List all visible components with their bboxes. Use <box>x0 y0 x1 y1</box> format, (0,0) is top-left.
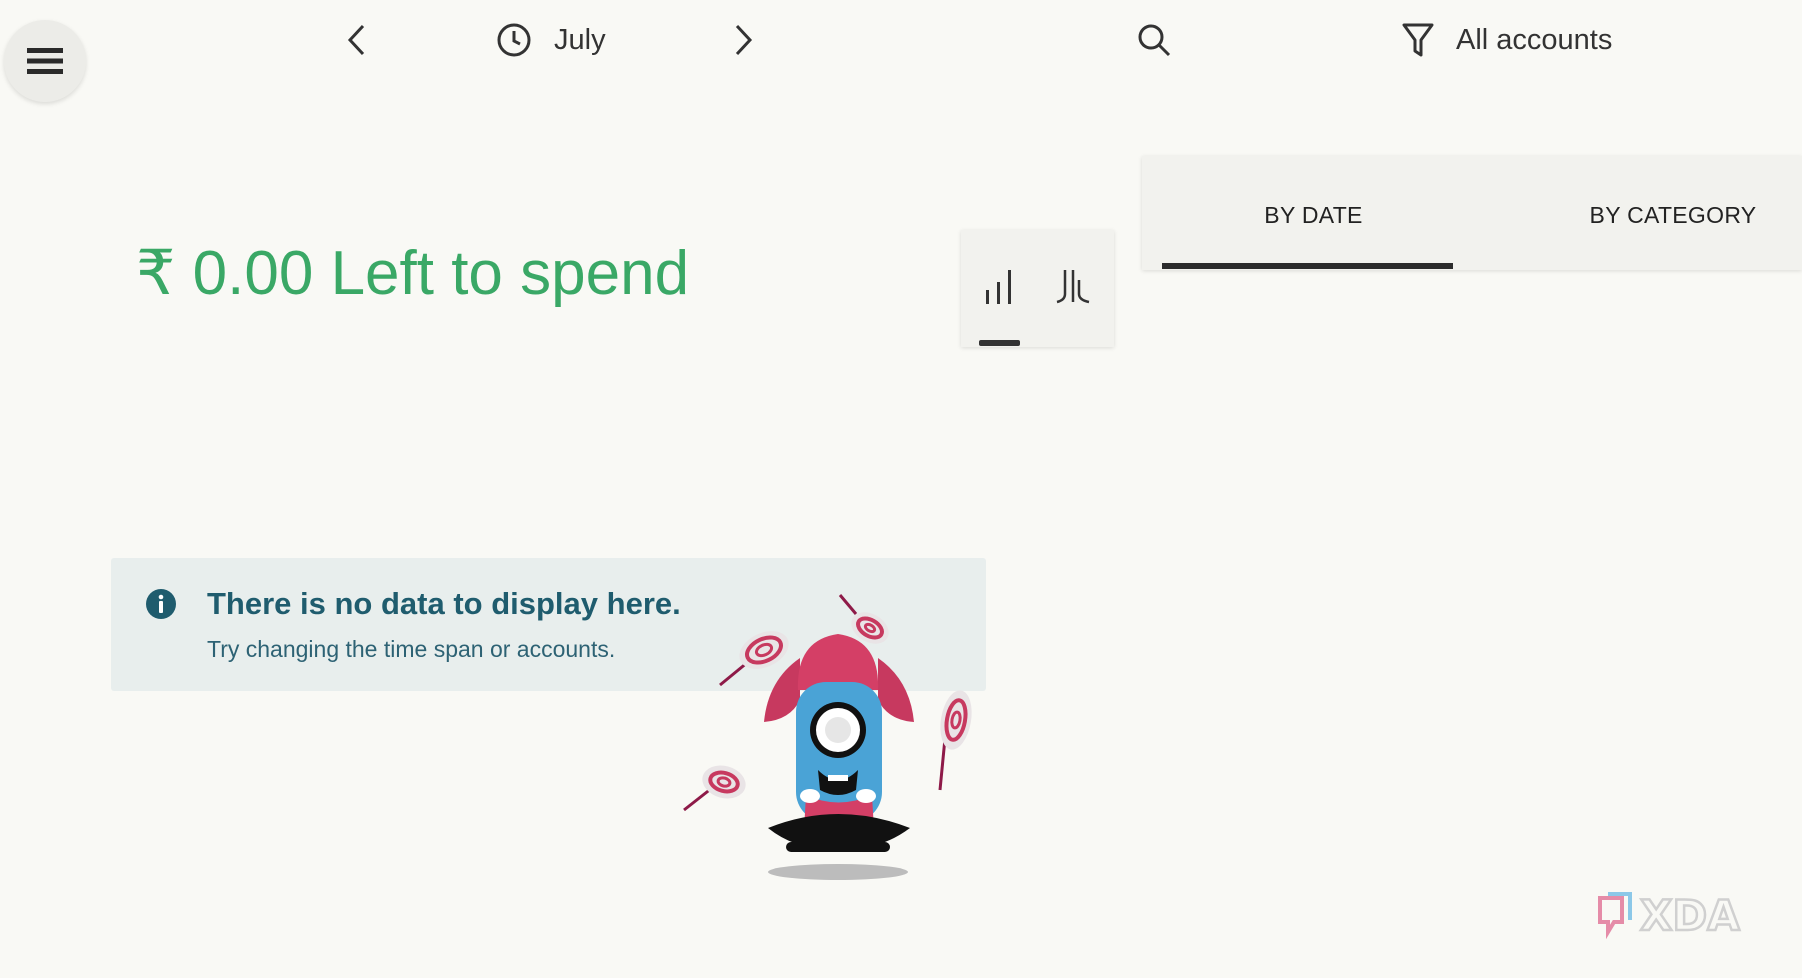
chevron-right-icon <box>735 24 753 56</box>
lollipop-4 <box>683 765 746 812</box>
next-month-button[interactable] <box>718 18 768 62</box>
clock-icon <box>497 23 531 57</box>
mascot-illustration <box>683 594 972 880</box>
empty-state-title: There is no data to display here. <box>207 586 681 621</box>
app-screen: July All accounts ₹ 0.00 Left to spend B… <box>0 0 1802 978</box>
split-chart-icon <box>1056 270 1090 304</box>
bar-chart-toggle[interactable] <box>975 262 1023 310</box>
previous-month-button[interactable] <box>332 18 382 62</box>
bar-chart-icon <box>986 270 1011 304</box>
chart-toggle-selected-indicator <box>979 340 1020 346</box>
left-to-spend-amount: ₹ 0.00 Left to spend <box>136 239 690 308</box>
active-tab-indicator <box>1162 263 1453 269</box>
filter-button[interactable] <box>1396 16 1440 64</box>
time-span-button[interactable] <box>492 18 536 62</box>
search-button[interactable] <box>1130 16 1178 64</box>
menu-button[interactable] <box>4 20 86 102</box>
view-tabs: BY DATE BY CATEGORY <box>1142 156 1802 270</box>
split-chart-toggle[interactable] <box>1049 262 1097 310</box>
chart-type-toggle <box>961 230 1114 347</box>
lollipop-3 <box>938 690 972 791</box>
hamburger-menu-icon <box>27 48 63 74</box>
filter-icon <box>1402 23 1434 57</box>
accounts-filter-label[interactable]: All accounts <box>1456 20 1612 60</box>
xda-watermark-logo: XDA <box>1598 890 1741 941</box>
chevron-left-icon <box>347 24 365 56</box>
month-label[interactable]: July <box>554 20 606 60</box>
tab-by-date[interactable]: BY DATE <box>1142 200 1485 230</box>
empty-state-subtitle: Try changing the time span or accounts. <box>207 636 616 662</box>
svg-text:XDA: XDA <box>1640 891 1740 940</box>
search-icon <box>1138 24 1171 57</box>
info-icon <box>146 589 176 619</box>
tab-by-category[interactable]: BY CATEGORY <box>1488 200 1802 230</box>
